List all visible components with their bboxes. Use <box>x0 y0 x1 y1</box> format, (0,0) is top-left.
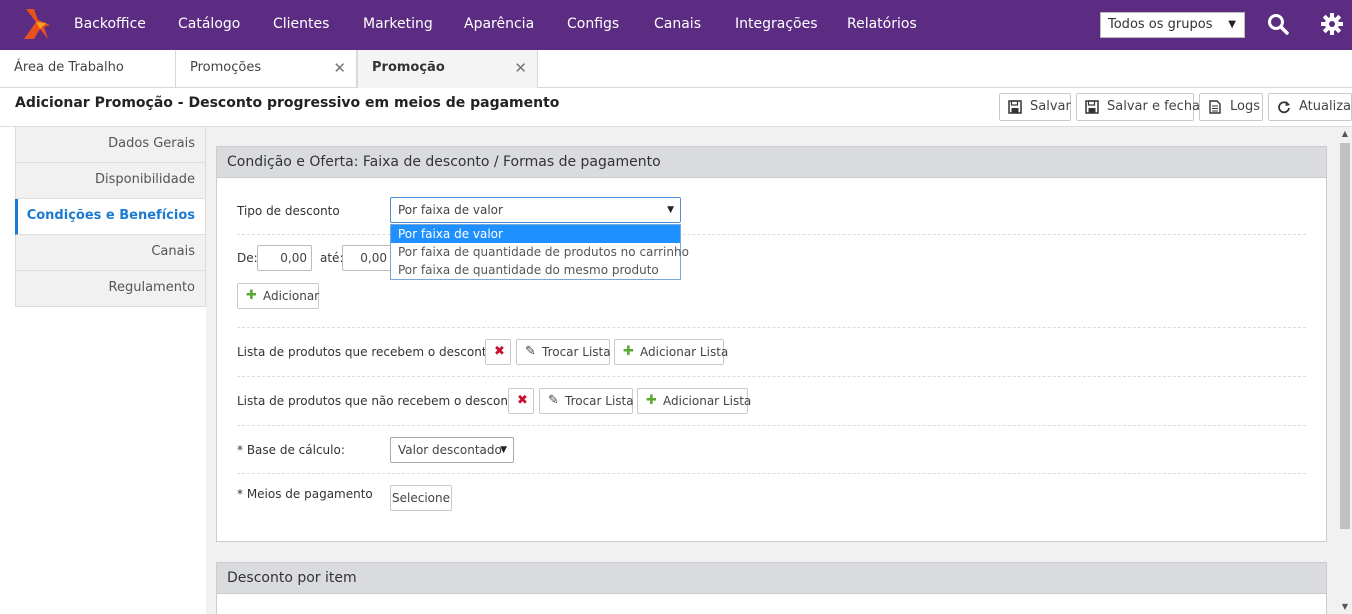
close-icon[interactable]: ✕ <box>333 50 346 86</box>
discount-type-option[interactable]: Por faixa de valor <box>391 225 680 243</box>
document-icon <box>1209 100 1221 114</box>
list-not-receive-label: Lista de produtos que não recebem o desc… <box>237 394 520 408</box>
sidebar-item-condicoes-beneficios[interactable]: Condições e Benefícios <box>15 199 206 235</box>
discount-type-select[interactable]: Por faixa de valor ▼ <box>390 197 681 223</box>
divider <box>237 473 1306 474</box>
tab-label: Promoção <box>372 60 445 75</box>
swap-excluded-list-button[interactable]: ✎ Trocar Lista <box>539 388 634 414</box>
discount-type-dropdown: Por faixa de valor Por faixa de quantida… <box>390 224 689 280</box>
sidebar-item-regulamento[interactable]: Regulamento <box>15 271 206 307</box>
nav-marketing[interactable]: Marketing <box>363 0 433 50</box>
swap-excluded-list-label: Trocar Lista <box>565 394 634 408</box>
discount-type-option[interactable]: Por faixa de quantidade de produtos no c… <box>391 243 689 261</box>
panel-title: Condição e Oferta: Faixa de desconto / F… <box>217 147 1326 178</box>
tab-promocoes[interactable]: Promoções ✕ <box>176 50 357 88</box>
divider <box>237 425 1306 426</box>
sidebar-item-canais[interactable]: Canais <box>15 235 206 271</box>
tab-label: Promoções <box>190 60 262 75</box>
scroll-thumb[interactable] <box>1340 143 1350 529</box>
floppy-icon <box>1085 100 1099 114</box>
tab-label: Área de Trabalho <box>14 60 124 75</box>
refresh-button[interactable]: Atualizar <box>1268 93 1352 121</box>
scrollbar[interactable]: ▲ ▼ <box>1338 127 1352 614</box>
calculation-base-label: * Base de cálculo: <box>237 443 345 457</box>
add-list-button[interactable]: ✚ Adicionar Lista <box>614 339 728 365</box>
sidebar-item-disponibilidade[interactable]: Disponibilidade <box>15 163 206 199</box>
tab-promocao[interactable]: Promoção ✕ <box>357 50 538 88</box>
calculation-base-select[interactable]: Valor descontado ▼ <box>390 437 514 463</box>
plus-icon: ✚ <box>646 393 657 408</box>
divider <box>237 376 1306 377</box>
pencil-icon: ✎ <box>525 344 536 359</box>
add-range-button[interactable]: ✚ Adicionar <box>237 283 319 309</box>
list-receive-label: Lista de produtos que recebem o desconto <box>237 345 494 359</box>
swap-list-button[interactable]: ✎ Trocar Lista <box>516 339 611 365</box>
add-range-label: Adicionar <box>263 289 320 303</box>
close-icon: ✖ <box>517 393 528 408</box>
floppy-icon <box>1008 100 1022 114</box>
logs-button[interactable]: Logs <box>1199 93 1263 121</box>
save-and-close-label: Salvar e fechar <box>1107 99 1206 114</box>
save-button[interactable]: Salvar <box>999 93 1071 121</box>
top-navbar: Backoffice Catálogo Clientes Marketing A… <box>0 0 1352 50</box>
discount-type-label: Tipo de desconto <box>237 204 340 218</box>
scroll-down-icon[interactable]: ▼ <box>1338 600 1352 614</box>
to-value-input[interactable]: 0,00 <box>342 245 392 271</box>
item-discount-panel: Desconto por item <box>216 562 1327 614</box>
close-icon: ✖ <box>494 344 505 359</box>
close-icon[interactable]: ✕ <box>514 50 527 86</box>
page-title: Adicionar Promoção - Desconto progressiv… <box>15 95 560 111</box>
gear-icon[interactable] <box>1320 12 1344 36</box>
save-label: Salvar <box>1030 99 1071 114</box>
add-excluded-list-label: Adicionar Lista <box>663 394 752 408</box>
save-and-close-button[interactable]: Salvar e fechar <box>1076 93 1205 121</box>
from-label: De: <box>237 251 258 265</box>
plus-icon: ✚ <box>246 288 257 303</box>
tab-area-de-trabalho[interactable]: Área de Trabalho <box>0 50 176 88</box>
nav-backoffice[interactable]: Backoffice <box>74 0 146 50</box>
divider <box>237 327 1306 328</box>
swap-list-label: Trocar Lista <box>542 345 611 359</box>
sidebar-item-dados-gerais[interactable]: Dados Gerais <box>15 127 206 163</box>
group-select-value: Todos os grupos <box>1108 17 1213 32</box>
logs-label: Logs <box>1230 99 1260 114</box>
payment-methods-label: * Meios de pagamento <box>237 487 373 501</box>
nav-clientes[interactable]: Clientes <box>273 0 329 50</box>
search-icon[interactable] <box>1266 12 1290 36</box>
remove-excluded-list-button[interactable]: ✖ <box>508 388 534 414</box>
condition-offer-panel: Condição e Oferta: Faixa de desconto / F… <box>216 146 1327 542</box>
plus-icon: ✚ <box>623 344 634 359</box>
nav-relatorios[interactable]: Relatórios <box>847 0 917 50</box>
to-label: até: <box>320 251 344 265</box>
discount-type-option[interactable]: Por faixa de quantidade do mesmo produto <box>391 261 680 279</box>
logo-icon[interactable] <box>22 7 52 41</box>
caret-down-icon: ▼ <box>500 445 507 455</box>
nav-catalogo[interactable]: Catálogo <box>178 0 240 50</box>
sidebar: Dados Gerais Disponibilidade Condições e… <box>15 127 206 307</box>
refresh-label: Atualizar <box>1299 99 1352 114</box>
payment-methods-select-button[interactable]: Selecione <box>390 485 452 511</box>
remove-list-button[interactable]: ✖ <box>485 339 511 365</box>
pencil-icon: ✎ <box>548 393 559 408</box>
refresh-icon <box>1278 101 1290 114</box>
nav-aparencia[interactable]: Aparência <box>464 0 534 50</box>
add-excluded-list-button[interactable]: ✚ Adicionar Lista <box>637 388 752 414</box>
calculation-base-value: Valor descontado <box>398 443 502 457</box>
nav-integracoes[interactable]: Integrações <box>735 0 818 50</box>
from-value-input[interactable]: 0,00 <box>257 245 312 271</box>
scroll-up-icon[interactable]: ▲ <box>1338 127 1352 141</box>
nav-configs[interactable]: Configs <box>567 0 619 50</box>
tab-bar: Área de Trabalho Promoções ✕ Promoção ✕ <box>0 50 1352 88</box>
panel-title: Desconto por item <box>217 563 1326 594</box>
caret-down-icon: ▼ <box>667 205 674 215</box>
group-select[interactable]: Todos os grupos ▼ <box>1100 12 1245 38</box>
nav-canais[interactable]: Canais <box>654 0 701 50</box>
discount-type-value: Por faixa de valor <box>398 203 503 217</box>
add-list-label: Adicionar Lista <box>640 345 729 359</box>
caret-down-icon: ▼ <box>1228 19 1236 30</box>
